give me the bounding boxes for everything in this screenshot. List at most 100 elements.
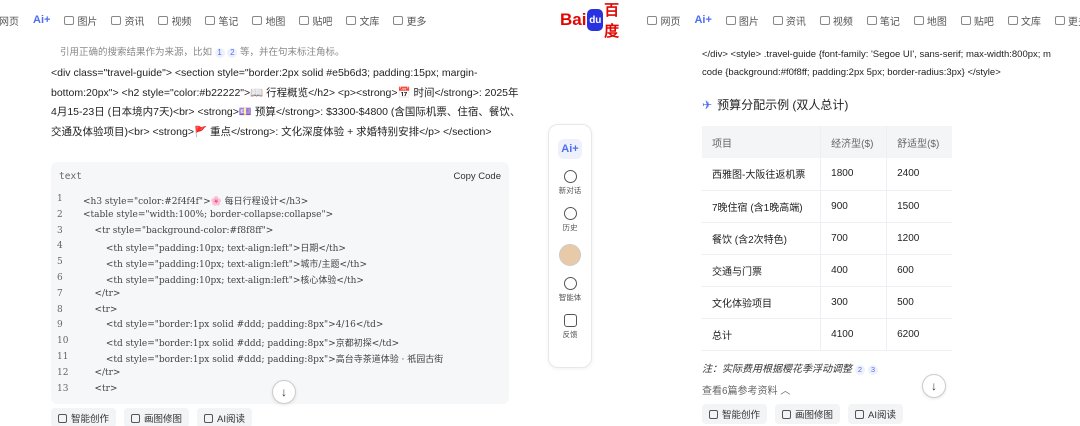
nav-tab-icon xyxy=(725,15,736,25)
line-number: 2 xyxy=(57,209,63,220)
nav-tab[interactable]: 视频 xyxy=(158,13,191,28)
code-line: 10 <td style="border:1px solid #ddd; pad… xyxy=(51,336,509,352)
table-cell: 餐饮 (含2次特色) xyxy=(702,222,821,255)
nav-tab[interactable]: 文库 xyxy=(1007,13,1041,28)
nav-tab-icon xyxy=(772,15,783,25)
nav-tab-icon xyxy=(64,15,75,25)
view-references-link[interactable]: 查看6篇参考资料 ︿ xyxy=(702,382,790,397)
nav-tab-label: 贴吧 xyxy=(973,16,994,28)
right-chat-pane: </div> <style> .travel-guide {font-famil… xyxy=(560,40,1080,426)
line-number: 6 xyxy=(57,272,63,283)
image-edit-button[interactable]: 画图修图 xyxy=(775,404,841,424)
nav-tab-icon xyxy=(158,15,169,25)
tool-label: 智能创作 xyxy=(722,410,761,421)
nav-tab[interactable]: 地图 xyxy=(913,13,947,28)
nav-tab[interactable]: 文库 xyxy=(346,13,379,28)
nav-tab[interactable]: 贴吧 xyxy=(299,13,332,28)
nav-tab-icon xyxy=(913,15,924,25)
nav-tab[interactable]: Ai+ xyxy=(33,14,50,26)
nav-tab[interactable]: 贴吧 xyxy=(960,13,994,28)
citation-badge[interactable]: 2 xyxy=(855,365,865,375)
code-line: 4 <th style="padding:10px; text-align:le… xyxy=(51,241,509,257)
table-row: 交通与门票 400 600 xyxy=(702,254,952,287)
nav-tab-label: 图片 xyxy=(77,16,98,28)
code-line: 6 <th style="padding:10px; text-align:le… xyxy=(51,273,509,289)
nav-tab[interactable]: 图片 xyxy=(725,13,759,28)
nav-tab-label: 资讯 xyxy=(785,16,806,28)
line-number: 8 xyxy=(57,304,63,315)
nav-tab[interactable]: 更多 xyxy=(393,13,426,28)
table-header-cell: 舒适型($) xyxy=(886,126,952,158)
pen-icon xyxy=(58,413,67,423)
nav-tab-label: 更多 xyxy=(1067,16,1080,28)
smart-create-button[interactable]: 智能创作 xyxy=(702,404,768,424)
nav-tab[interactable]: 图片 xyxy=(64,13,97,28)
nav-tab[interactable]: 网页 xyxy=(647,13,680,28)
budget-table: 项目 经济型($) 舒适型($) 西雅图-大阪往返机票 1800 2400 7晚住宿 … xyxy=(702,126,952,351)
table-cell: 1800 xyxy=(820,158,887,191)
line-number: 12 xyxy=(57,367,69,378)
nav-tab-label: 笔记 xyxy=(879,16,900,28)
ai-read-button[interactable]: AI阅读 xyxy=(848,404,904,424)
table-header-cell: 经济型($) xyxy=(820,126,887,158)
image-edit-button[interactable]: 画图修图 xyxy=(124,408,190,426)
nav-tab[interactable]: 笔记 xyxy=(205,13,238,28)
code-text: <td style="border:1px solid #ddd; paddin… xyxy=(83,339,400,350)
nav-tab-label: 文库 xyxy=(359,16,380,28)
paw-icon: du xyxy=(587,9,604,31)
code-text: </tr> xyxy=(83,288,121,299)
table-row: 7晚住宿 (含1晚高端) 900 1500 xyxy=(702,190,952,223)
code-line: 2 <table style="width:100%; border-collap… xyxy=(51,210,509,226)
line-number: 11 xyxy=(57,351,69,362)
table-cell: 400 xyxy=(820,254,887,287)
code-text: <th style="padding:10px; text-align:left… xyxy=(83,260,367,271)
code-text: <td style="border:1px solid #ddd; paddin… xyxy=(83,354,444,365)
tool-label: AI阅读 xyxy=(868,410,897,421)
nav-tab[interactable]: 笔记 xyxy=(866,13,900,28)
table-cell: 1500 xyxy=(886,190,952,223)
table-cell: 总计 xyxy=(702,318,821,351)
table-cell: 文化体验项目 xyxy=(702,286,821,319)
line-number: 7 xyxy=(57,288,63,299)
nav-tab[interactable]: Ai+ xyxy=(694,14,711,26)
code-text: <th style="padding:10px; text-align:left… xyxy=(83,244,346,255)
nav-tab-icon xyxy=(205,15,216,25)
nav-tab[interactable]: 更多 xyxy=(1054,13,1080,28)
citation-badge[interactable]: 1 xyxy=(214,48,225,58)
citation-badge[interactable]: 3 xyxy=(868,365,878,375)
ai-read-button[interactable]: AI阅读 xyxy=(197,408,253,426)
code-line: 1 <h3 style="color:#2f4f4f">🌸 每日行程设计</h3> xyxy=(51,194,509,210)
scroll-down-button[interactable]: ↓ xyxy=(922,374,946,398)
code-line: 3 <tr style="background-color:#f8f8ff"> xyxy=(51,226,509,242)
table-row: 文化体验项目 300 500 xyxy=(702,286,952,319)
baidu-logo[interactable]: Bai du 百度 xyxy=(560,0,625,41)
nav-tab[interactable]: 资讯 xyxy=(772,13,806,28)
nav-tab[interactable]: 资讯 xyxy=(111,13,144,28)
table-cell: 西雅图-大阪往返机票 xyxy=(702,158,821,191)
nav-tab-label: 笔记 xyxy=(218,16,239,28)
code-line: 7 </tr> xyxy=(51,289,509,305)
citation-note-text: 引用正确的搜索结果作为来源，比如 xyxy=(60,47,213,58)
line-number: 4 xyxy=(57,241,63,252)
nav-tab-icon xyxy=(1007,15,1018,25)
smart-create-button[interactable]: 智能创作 xyxy=(51,408,117,426)
tool-label: 智能创作 xyxy=(71,414,110,425)
nav-tab-icon xyxy=(299,15,310,25)
code-line: 8 <tr> xyxy=(51,305,509,321)
nav-tab-label: 资讯 xyxy=(124,16,145,28)
citation-badge[interactable]: 2 xyxy=(227,48,238,58)
line-number: 10 xyxy=(57,336,69,347)
nav-tab-icon xyxy=(819,15,830,25)
code-text: <h3 style="color:#2f4f4f">🌸 每日行程设计</h3> xyxy=(83,197,309,207)
line-number: 5 xyxy=(57,257,63,268)
nav-tab[interactable]: 视频 xyxy=(819,13,853,28)
scroll-down-button[interactable]: ↓ xyxy=(272,380,296,404)
nav-tab[interactable]: 网页 xyxy=(0,13,19,28)
nav-tab[interactable]: 地图 xyxy=(252,13,285,28)
citation-note-text: 等，并在句末标注角标。 xyxy=(239,47,345,58)
copy-code-button[interactable]: Copy Code xyxy=(453,171,501,182)
line-number: 1 xyxy=(57,194,63,204)
nav-tab-label: 视频 xyxy=(832,16,853,28)
image-icon xyxy=(782,409,792,419)
table-cell: 4100 xyxy=(820,318,887,351)
